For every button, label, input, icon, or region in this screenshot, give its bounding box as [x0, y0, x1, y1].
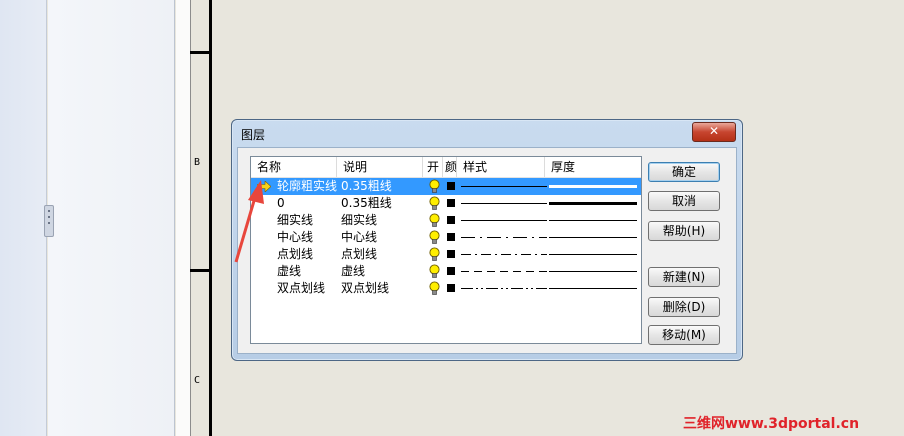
- layer-row[interactable]: 中心线 中心线: [251, 229, 641, 246]
- dialog-title: 图层: [241, 128, 266, 142]
- lightbulb-icon[interactable]: [429, 196, 440, 211]
- layer-name: 虚线: [277, 264, 302, 278]
- linestyle-preview[interactable]: [461, 229, 547, 246]
- column-header-color[interactable]: 颜: [443, 157, 457, 177]
- layer-row[interactable]: 点划线 点划线: [251, 246, 641, 263]
- layer-color-swatch[interactable]: [447, 216, 455, 224]
- delete-layer-button[interactable]: 删除(D): [648, 297, 720, 317]
- task-pane: [0, 0, 47, 436]
- cancel-button[interactable]: 取消: [648, 191, 720, 211]
- move-layer-button[interactable]: 移动(M): [648, 325, 720, 345]
- thickness-preview[interactable]: [549, 195, 637, 212]
- layer-row[interactable]: 0 0.35粗线: [251, 195, 641, 212]
- layer-description: 双点划线: [341, 281, 390, 295]
- thickness-preview[interactable]: [549, 280, 637, 297]
- layer-description: 0.35粗线: [341, 179, 392, 193]
- close-button[interactable]: ✕: [692, 122, 736, 142]
- layer-name: 轮廓粗实线: [277, 179, 338, 193]
- layer-description: 细实线: [341, 213, 378, 227]
- column-header-linestyle[interactable]: 样式: [457, 157, 545, 177]
- layer-description: 点划线: [341, 247, 378, 261]
- layer-name: 细实线: [277, 213, 314, 227]
- thickness-preview[interactable]: [549, 246, 637, 263]
- drawing-border-inner: [209, 0, 212, 436]
- zone-label-b: B: [194, 157, 201, 168]
- layer-description: 0.35粗线: [341, 196, 392, 210]
- layer-name: 0: [277, 196, 285, 210]
- layer-color-swatch[interactable]: [447, 250, 455, 258]
- thickness-preview[interactable]: [549, 229, 637, 246]
- column-header-thickness[interactable]: 厚度: [545, 157, 641, 177]
- layer-color-swatch[interactable]: [447, 182, 455, 190]
- watermark: 三维网www.3dportal.cn: [683, 416, 860, 432]
- sheet-margin: [176, 0, 191, 436]
- layer-list[interactable]: 名称 说明 开 颜 样式 厚度 轮廓粗实线 0.35粗线 0 0.35粗线 细实线 细实线…: [250, 156, 642, 344]
- layer-row[interactable]: 轮廓粗实线 0.35粗线: [251, 178, 641, 195]
- layer-name: 中心线: [277, 230, 314, 244]
- lightbulb-icon[interactable]: [429, 281, 440, 296]
- layer-color-swatch[interactable]: [447, 284, 455, 292]
- thickness-preview[interactable]: [549, 212, 637, 229]
- pane-splitter-grip[interactable]: [44, 205, 54, 237]
- linestyle-preview[interactable]: [461, 246, 547, 263]
- linestyle-preview[interactable]: [461, 212, 547, 229]
- layer-name: 双点划线: [277, 281, 326, 295]
- thickness-preview[interactable]: [549, 178, 637, 195]
- linestyle-preview[interactable]: [461, 178, 547, 195]
- zone-divider: [190, 269, 211, 272]
- lightbulb-icon[interactable]: [429, 264, 440, 279]
- linestyle-preview[interactable]: [461, 263, 547, 280]
- dialog-client: 名称 说明 开 颜 样式 厚度 轮廓粗实线 0.35粗线 0 0.35粗线 细实线 细实线…: [237, 147, 737, 354]
- ok-button[interactable]: 确定: [648, 162, 720, 182]
- layer-description: 中心线: [341, 230, 378, 244]
- zone-divider: [190, 51, 211, 54]
- column-header-description[interactable]: 说明: [337, 157, 423, 177]
- new-layer-button[interactable]: 新建(N): [648, 267, 720, 287]
- column-header-name[interactable]: 名称: [251, 157, 337, 177]
- layer-row[interactable]: 双点划线 双点划线: [251, 280, 641, 297]
- layer-dialog: 图层 ✕ 名称 说明 开 颜 样式 厚度 轮廓粗实线 0.35粗线 0 0.35粗线细…: [231, 119, 743, 361]
- linestyle-preview[interactable]: [461, 195, 547, 212]
- column-header-on[interactable]: 开: [423, 157, 443, 177]
- layer-description: 虚线: [341, 264, 366, 278]
- layer-row[interactable]: 虚线 虚线: [251, 263, 641, 280]
- layer-color-swatch[interactable]: [447, 233, 455, 241]
- linestyle-preview[interactable]: [461, 280, 547, 297]
- lightbulb-icon[interactable]: [429, 213, 440, 228]
- zone-label-c: C: [194, 375, 201, 386]
- dialog-titlebar[interactable]: 图层 ✕: [232, 120, 742, 146]
- layer-name: 点划线: [277, 247, 314, 261]
- annotation-arrow: [234, 180, 264, 263]
- lightbulb-icon[interactable]: [429, 179, 440, 194]
- layer-list-header: 名称 说明 开 颜 样式 厚度: [251, 157, 641, 178]
- task-pane-content: [48, 0, 175, 436]
- drawing-border-outer: [190, 0, 191, 436]
- layer-row[interactable]: 细实线 细实线: [251, 212, 641, 229]
- layer-color-swatch[interactable]: [447, 199, 455, 207]
- close-icon: ✕: [708, 124, 720, 138]
- lightbulb-icon[interactable]: [429, 230, 440, 245]
- help-button[interactable]: 帮助(H): [648, 221, 720, 241]
- layer-color-swatch[interactable]: [447, 267, 455, 275]
- lightbulb-icon[interactable]: [429, 247, 440, 262]
- thickness-preview[interactable]: [549, 263, 637, 280]
